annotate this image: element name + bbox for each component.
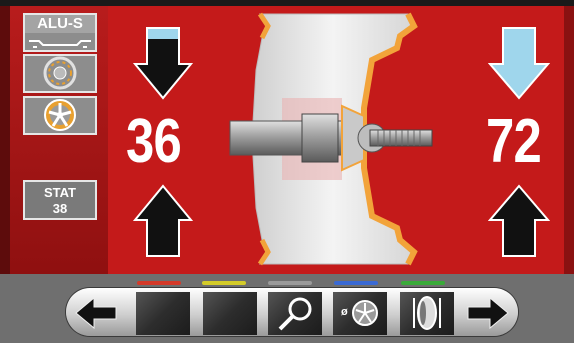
alu-mode-label: ALU-S (25, 15, 95, 33)
alloy-wheel-button[interactable] (23, 96, 97, 135)
indicator-gray (268, 281, 312, 285)
blank-icon (136, 292, 190, 335)
tire-width-icon (413, 296, 441, 330)
spoke-wheel-icon (43, 56, 77, 90)
blank-icon (203, 292, 257, 335)
tire-width-button[interactable] (400, 292, 454, 335)
indicator-green (401, 281, 445, 285)
previous-button[interactable] (72, 292, 120, 334)
left-edge (0, 6, 10, 274)
balancer-screen: ALU-S STAT 38 36 72 ø (0, 0, 574, 343)
next-button[interactable] (464, 292, 512, 334)
wheel-diameter-icon (352, 300, 378, 326)
stat-label: STAT (43, 185, 76, 200)
function-button-2[interactable] (203, 292, 257, 335)
indicator-red (137, 281, 181, 285)
right-down-arrow-icon (488, 27, 550, 100)
indicator-yellow (202, 281, 246, 285)
left-up-arrow-icon (133, 184, 193, 257)
alloy-wheel-icon (44, 99, 76, 131)
right-up-arrow-icon (488, 184, 550, 257)
magnifier-icon (278, 297, 312, 331)
stat-value: 38 (52, 201, 68, 216)
search-button[interactable] (268, 292, 322, 335)
stat-button[interactable]: STAT 38 (23, 180, 97, 220)
rim-profile-icon (29, 40, 91, 48)
left-unbalance-readout: 36 (126, 107, 182, 176)
alu-mode-button[interactable]: ALU-S (23, 13, 97, 52)
right-edge (564, 6, 574, 274)
wheel-diameter-button[interactable]: ø (333, 292, 387, 335)
spoke-mode-button[interactable] (23, 54, 97, 93)
wheel-cross-section-icon (229, 12, 433, 266)
left-down-arrow-icon (133, 27, 193, 100)
function-button-1[interactable] (136, 292, 190, 335)
right-unbalance-readout: 72 (486, 107, 542, 176)
indicator-blue (334, 281, 378, 285)
